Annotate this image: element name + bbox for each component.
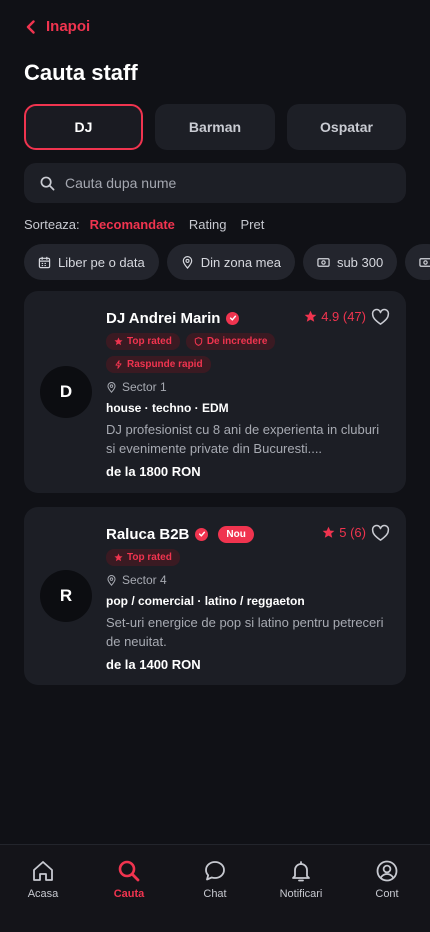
description: DJ profesionist cu 8 ani de experienta i…	[106, 422, 380, 456]
tab-label: Chat	[203, 888, 227, 900]
avatar: R	[40, 570, 92, 622]
search-input[interactable]: Cauta dupa nume	[24, 163, 406, 203]
back-link[interactable]: Inapoi	[24, 18, 90, 35]
category-barman[interactable]: Barman	[155, 104, 275, 150]
filter-chip-label: Din zona mea	[200, 254, 281, 270]
badge-top-rated: Top rated	[106, 333, 180, 350]
badge-label: Raspunde rapid	[127, 359, 203, 370]
location-text: Sector 4	[122, 573, 167, 587]
search-icon	[40, 176, 55, 190]
avatar-initial: R	[59, 586, 73, 605]
tab-cauta[interactable]: Cauta	[86, 845, 172, 932]
avatar: D	[40, 366, 92, 418]
star-icon	[114, 553, 123, 562]
category-label: Ospatar	[320, 119, 373, 135]
badge-trusted: De incredere	[185, 333, 276, 350]
tab-chat[interactable]: Chat	[172, 845, 258, 932]
badge-label: Top rated	[127, 552, 172, 563]
search-placeholder: Cauta dupa nume	[65, 175, 177, 191]
location-pin-icon	[107, 381, 116, 393]
badge-top-rated: Top rated	[106, 549, 180, 566]
bolt-icon	[115, 360, 122, 369]
badge-list: Top rated De incredere Raspunde rapid	[106, 333, 306, 373]
home-icon	[33, 861, 53, 881]
staff-name: DJ Andrei Marin	[106, 309, 221, 327]
staff-card[interactable]: R 5 (6) Raluca B2B Nou Top rated Sector …	[24, 507, 406, 685]
verified-icon	[195, 527, 209, 541]
category-ospatar[interactable]: Ospatar	[287, 104, 406, 150]
badge-fast-reply: Raspunde rapid	[106, 356, 211, 373]
genres: house · techno · EDM	[106, 401, 229, 415]
filter-chip-label: sub 300	[336, 254, 384, 270]
card-body: DJ Andrei Marin Top rated De incredere R…	[106, 307, 390, 479]
chat-icon	[205, 861, 225, 881]
location-pin-icon	[182, 255, 193, 269]
tab-label: Notificari	[279, 888, 323, 900]
filter-chip-area[interactable]: Din zona mea	[166, 244, 295, 280]
location: Sector 4	[106, 573, 390, 587]
chevron-left-icon	[26, 19, 35, 34]
filter-chip-price[interactable]: sub 300	[302, 244, 398, 280]
filter-chip-more[interactable]	[405, 244, 430, 280]
sort-bar: Sorteaza: Recomandate Rating Pret	[24, 217, 264, 232]
staff-name: Raluca B2B	[106, 525, 190, 543]
back-label: Inapoi	[46, 18, 91, 35]
category-label: DJ	[74, 119, 93, 135]
card-body: Raluca B2B Nou Top rated Sector 4 pop / …	[106, 523, 390, 672]
description: Set-uri energice de pop si latino pentru…	[106, 615, 384, 649]
badge-list: Top rated	[106, 549, 306, 566]
badge-label: Top rated	[127, 336, 172, 347]
star-icon	[114, 337, 123, 346]
tab-label: Cauta	[113, 888, 145, 900]
location-text: Sector 1	[122, 380, 167, 394]
category-label: Barman	[188, 119, 242, 135]
tab-notificari[interactable]: Notificari	[258, 845, 344, 932]
price: de la 1800 RON	[106, 464, 201, 479]
cash-icon	[419, 257, 430, 267]
calendar-icon	[38, 256, 51, 268]
filter-chip-date[interactable]: Liber pe o data	[24, 244, 159, 280]
location-pin-icon	[107, 574, 116, 586]
sort-option-recomandate[interactable]: Recomandate	[90, 217, 175, 232]
sort-label: Sorteaza:	[24, 217, 80, 232]
filter-chips: Liber pe o data Din zona mea sub 300	[24, 244, 430, 280]
bottom-tab-bar: Acasa Cauta Chat Notificari Cont	[0, 844, 430, 932]
tab-label: Cont	[375, 888, 399, 900]
cash-icon	[317, 257, 330, 267]
shield-icon	[194, 337, 203, 346]
genres: pop / comercial · latino / reggaeton	[106, 594, 305, 608]
tab-acasa[interactable]: Acasa	[0, 845, 86, 932]
search-icon	[118, 860, 140, 882]
tab-label: Acasa	[27, 888, 59, 900]
sort-option-rating[interactable]: Rating	[189, 217, 227, 232]
bell-icon	[292, 861, 310, 882]
verified-icon	[226, 311, 240, 325]
new-badge: Nou	[218, 525, 254, 543]
filter-chip-label: Liber pe o data	[58, 254, 145, 270]
badge-label: De incredere	[206, 336, 268, 347]
category-dj[interactable]: DJ	[24, 104, 143, 150]
account-icon	[376, 860, 398, 882]
sort-option-pret[interactable]: Pret	[240, 217, 264, 232]
price: de la 1400 RON	[106, 657, 201, 672]
tab-cont[interactable]: Cont	[344, 845, 430, 932]
location: Sector 1	[106, 380, 390, 394]
avatar-initial: D	[59, 382, 73, 401]
staff-card[interactable]: D 4.9 (47) DJ Andrei Marin Top rated De …	[24, 291, 406, 493]
page-title: Cauta staff	[24, 60, 138, 85]
